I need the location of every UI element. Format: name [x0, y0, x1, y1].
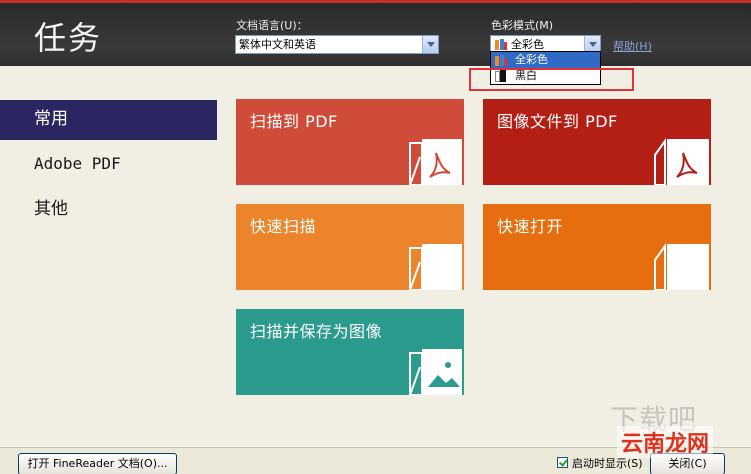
tile-label: 扫描并保存为图像	[250, 322, 383, 341]
header-bar: 任务 文档语言(U)： 繁体中文和英语 色彩模式(M) 全彩色 帮助(H)	[0, 0, 751, 66]
sidebar-item-common[interactable]: 常用	[0, 100, 217, 140]
color-mode-label: 色彩模式(M)	[491, 19, 554, 32]
tile-image-to-pdf[interactable]: 图像文件到 PDF	[483, 99, 711, 185]
color-mode-select-value: 全彩色	[511, 38, 544, 51]
color-mode-icon	[495, 39, 508, 50]
tile-label: 扫描到 PDF	[250, 112, 338, 131]
color-mode-icon	[495, 55, 508, 66]
help-link[interactable]: 帮助(H)	[613, 38, 652, 54]
quick-open-icon	[654, 242, 709, 290]
dropdown-option-label: 全彩色	[515, 53, 548, 66]
chevron-down-icon[interactable]	[422, 36, 438, 53]
tile-quick-open[interactable]: 快速打开	[483, 204, 711, 290]
scan-to-pdf-icon	[409, 139, 462, 185]
tile-scan-to-pdf[interactable]: 扫描到 PDF	[236, 99, 464, 185]
tile-label: 快速打开	[497, 217, 564, 236]
watermark-text: 云南龙网	[617, 426, 714, 458]
tile-scan-to-image[interactable]: 扫描并保存为图像	[236, 309, 464, 395]
language-select[interactable]: 繁体中文和英语	[235, 35, 439, 54]
sidebar: 常用 Adobe PDF 其他	[0, 100, 217, 235]
watermark-logo: 下载吧 云南龙网	[610, 398, 751, 458]
language-label: 文档语言(U)：	[236, 19, 308, 32]
quick-scan-icon	[409, 244, 462, 290]
tile-quick-scan[interactable]: 快速扫描	[236, 204, 464, 290]
open-finereader-document-button[interactable]: 打开 FineReader 文档(O)...	[18, 453, 177, 474]
sidebar-item-other[interactable]: 其他	[0, 190, 217, 230]
image-to-pdf-icon	[654, 137, 709, 185]
tile-label: 快速扫描	[250, 217, 317, 236]
sidebar-item-adobe-pdf[interactable]: Adobe PDF	[0, 145, 217, 185]
scan-to-image-icon	[409, 349, 462, 395]
language-select-value: 繁体中文和英语	[239, 38, 316, 51]
tile-label: 图像文件到 PDF	[497, 112, 618, 131]
dropdown-option-full-color[interactable]: 全彩色	[491, 52, 600, 68]
page-title: 任务	[34, 19, 103, 57]
show-at-startup-checkbox[interactable]	[557, 457, 568, 468]
annotation-highlight-box	[469, 68, 634, 91]
